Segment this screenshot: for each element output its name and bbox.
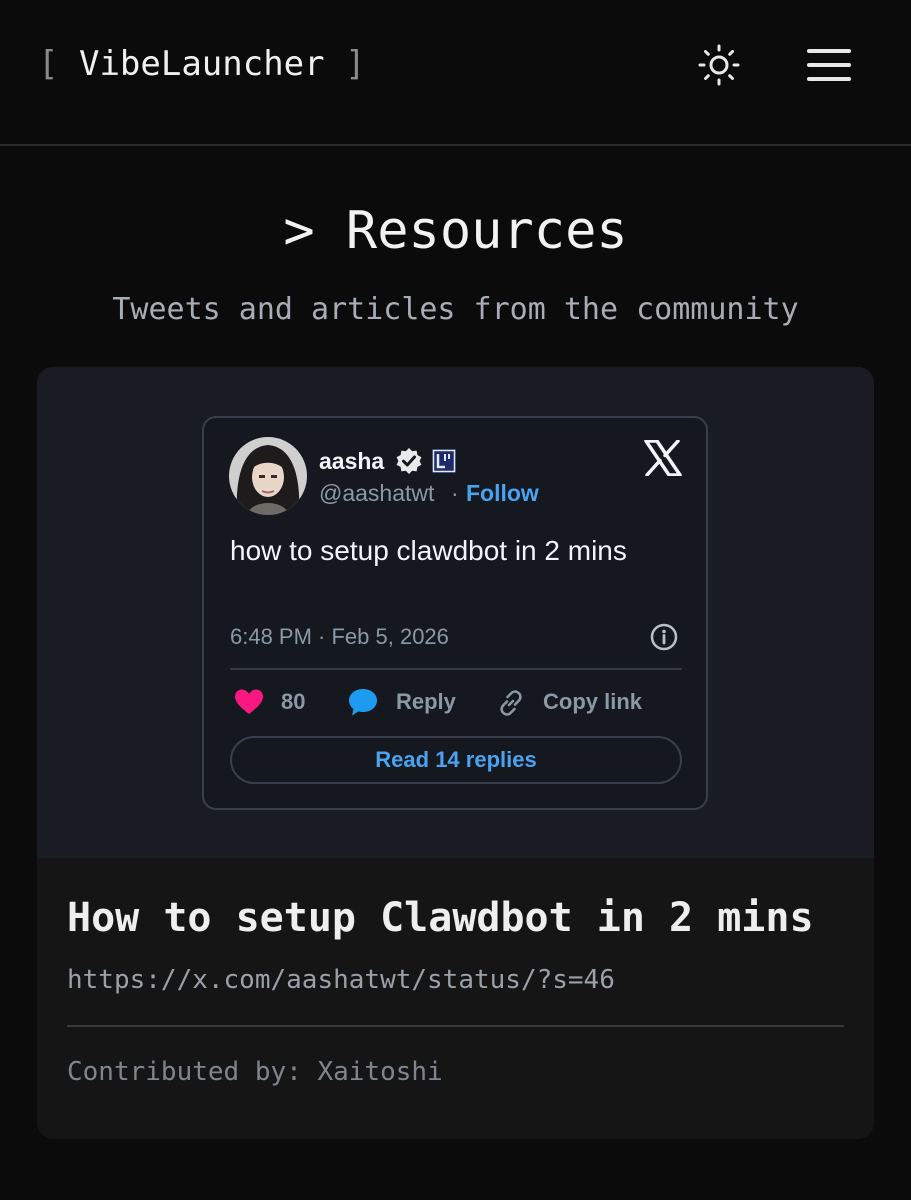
tweet-embed[interactable]: aasha @aashatwt · Follow how to setup cl… <box>202 416 708 810</box>
copy-link-button[interactable]: Copy link <box>543 687 642 717</box>
menu-button[interactable] <box>798 36 860 94</box>
page-title: > Resources <box>283 201 628 261</box>
resource-title[interactable]: How to setup Clawdbot in 2 mins <box>67 893 814 943</box>
resource-card[interactable]: aasha @aashatwt · Follow how to setup cl… <box>37 367 874 1139</box>
theme-toggle-button[interactable] <box>690 36 748 94</box>
sun-icon <box>698 44 740 86</box>
verified-badge-icon <box>396 448 422 474</box>
reply-button[interactable]: Reply <box>396 687 456 717</box>
tweet-text: how to setup clawdbot in 2 mins <box>230 535 627 566</box>
resource-url[interactable]: https://x.com/aashatwt/status/?s=46 <box>67 963 615 997</box>
handle-separator: · <box>451 480 459 506</box>
logo-bracket-open: [ <box>38 44 59 84</box>
avatar[interactable] <box>229 437 307 515</box>
app-logo[interactable]: [ VibeLauncher ] <box>38 44 366 84</box>
info-icon[interactable] <box>650 623 678 651</box>
tweet-timestamp[interactable]: 6:48 PM · Feb 5, 2026 <box>230 622 449 652</box>
follow-link[interactable]: Follow <box>466 478 539 508</box>
affiliate-badge-icon <box>432 449 456 473</box>
tweet-divider <box>230 668 682 670</box>
x-logo-icon[interactable] <box>644 440 682 476</box>
page-subtitle: Tweets and articles from the community <box>112 292 799 327</box>
link-icon[interactable] <box>496 688 526 718</box>
hamburger-menu-icon <box>807 49 851 81</box>
reply-bubble-icon[interactable] <box>347 687 379 717</box>
tweet-author-name[interactable]: aasha <box>319 446 384 476</box>
logo-bracket-close: ] <box>345 44 366 84</box>
top-header: [ VibeLauncher ] <box>0 0 911 146</box>
read-replies-button[interactable]: Read 14 replies <box>230 736 682 784</box>
card-divider <box>67 1025 844 1027</box>
like-count[interactable]: 80 <box>281 687 305 717</box>
heart-icon[interactable] <box>234 688 264 716</box>
tweet-embed-area: aasha @aashatwt · Follow how to setup cl… <box>37 367 874 858</box>
tweet-author-handle[interactable]: @aashatwt <box>319 478 434 508</box>
contributed-by: Contributed by: Xaitoshi <box>67 1057 443 1087</box>
logo-text: VibeLauncher <box>78 44 325 84</box>
